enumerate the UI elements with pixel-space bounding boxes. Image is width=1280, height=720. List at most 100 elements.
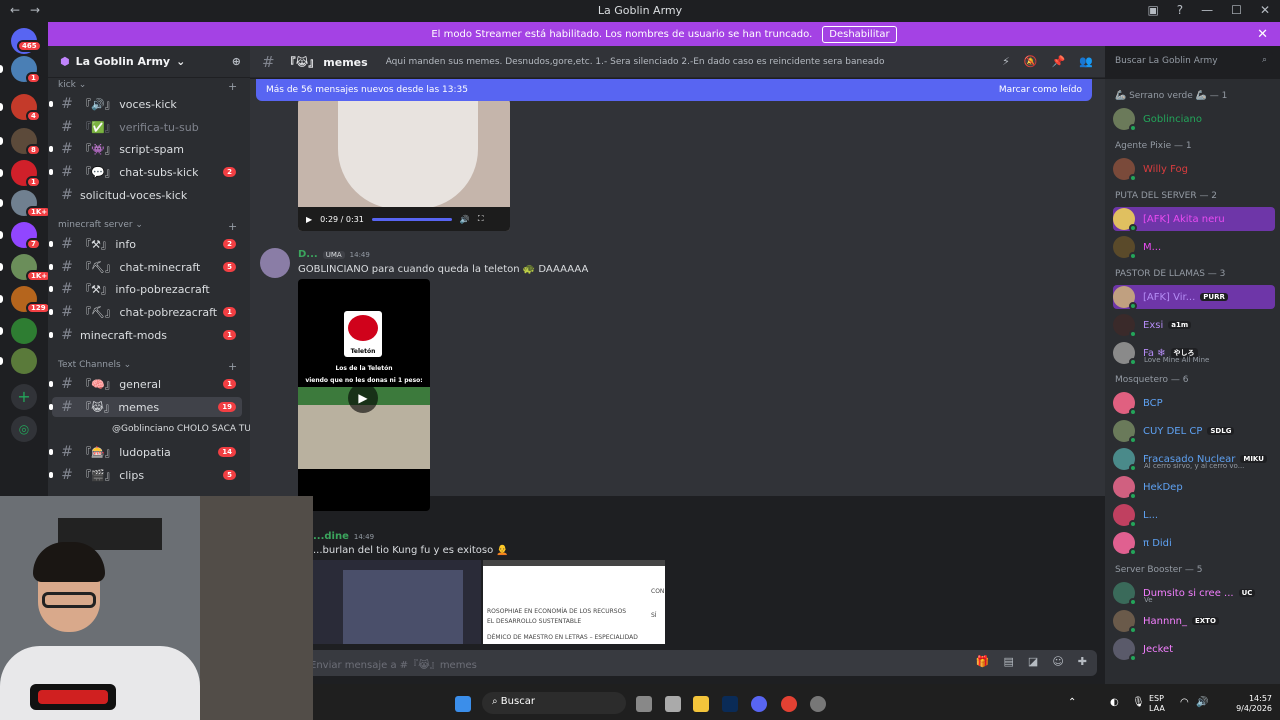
member-item[interactable]: L... <box>1113 503 1275 528</box>
member-item[interactable]: Dumsito si cree ... UC Ve <box>1113 581 1275 606</box>
app-icon[interactable] <box>810 696 826 712</box>
server-icon[interactable] <box>11 318 37 344</box>
channel-ludopatia[interactable]: # 『🎰』 ludopatia 14 <box>49 442 242 462</box>
member-item[interactable]: Fracasado Nuclear MIKU Al cerro sirvo, y a… <box>1113 447 1275 472</box>
image-attachment[interactable]: ROSOPHIAE EN ECONOMÍA DE LOS RECURSOS EL… <box>483 560 665 644</box>
discord-icon[interactable] <box>751 696 767 712</box>
streamer-banner: El modo Streamer está habilitado. Los no… <box>48 22 1280 46</box>
explore-icon[interactable]: ◎ <box>11 416 37 442</box>
video-attachment[interactable]: Teletón Los de la Teletón viendo que no … <box>298 279 430 511</box>
video-time: 0:29 / 0:31 <box>320 214 364 224</box>
video-attachment[interactable]: ▶ 0:29 / 0:31 🔊 ⛶ <box>298 99 510 231</box>
file-explorer-icon[interactable] <box>693 696 709 712</box>
play-icon[interactable]: ▶ <box>306 215 312 224</box>
progress-bar[interactable] <box>371 217 452 221</box>
channel-clips[interactable]: # 『🎬』 clips 5 <box>49 465 242 485</box>
username[interactable]: ...dine <box>313 531 349 542</box>
member-item[interactable]: Goblinciano <box>1113 107 1275 132</box>
message-input[interactable]: Enviar mensaje a #『😹』memes 🎁 ▤ ◪ ☺ ✚ <box>300 650 1097 676</box>
member-item[interactable]: Jecket <box>1113 637 1275 662</box>
webcam-overlay <box>0 496 313 720</box>
member-item[interactable]: [AFK] Vir... PURR <box>1113 285 1275 310</box>
language-indicator[interactable]: ESP LAA <box>1149 694 1165 714</box>
volume-icon[interactable]: 🔊 <box>460 215 470 224</box>
status-indicator <box>1129 174 1137 182</box>
channel-chat-pobrezacraft[interactable]: # 『⛏』 chat-pobrezacraft 1 <box>49 302 242 322</box>
hash-icon: # <box>61 259 73 275</box>
status-indicator <box>1129 598 1137 606</box>
username[interactable]: D... <box>298 249 318 260</box>
hash-icon: # <box>61 281 73 297</box>
status-indicator <box>1129 408 1137 416</box>
new-messages-bar[interactable]: Más de 56 mensajes nuevos desde las 13:3… <box>256 79 1092 101</box>
channel-memes[interactable]: # 『😹』 memes 19 <box>49 397 242 417</box>
category-minecraft[interactable]: minecraft server ⌄ + <box>58 220 237 233</box>
server-icon[interactable] <box>11 348 37 374</box>
chrome-icon[interactable] <box>781 696 797 712</box>
channel-chat-minecraft[interactable]: # 『⛏』 chat-minecraft 5 <box>49 257 242 277</box>
channel-voces-kick[interactable]: # 『🔊』 voces-kick <box>49 94 242 114</box>
server-header[interactable]: ⬢ La Goblin Army ⌄ ⊕ <box>48 46 250 78</box>
window-title: La Goblin Army <box>597 4 683 17</box>
member-item[interactable]: Hannnn_ EXTO <box>1113 609 1275 634</box>
image-attachment[interactable] <box>313 560 481 644</box>
category-kick[interactable]: kick ⌄ + <box>58 80 237 93</box>
channel-label: 『😹』 memes <box>80 401 160 414</box>
guild-tag: SDLG <box>1207 427 1235 435</box>
mark-read-button[interactable]: Marcar como leído <box>999 85 1082 95</box>
composer-icons[interactable]: 🎁 ▤ ◪ ☺ ✚ <box>976 655 1087 668</box>
channel-topic[interactable]: Aqui manden sus memes. Desnudos,gore,etc… <box>386 57 885 67</box>
avatar[interactable] <box>260 248 290 278</box>
category-text[interactable]: Text Channels ⌄ + <box>58 360 237 373</box>
add-server-icon[interactable]: + <box>11 384 37 410</box>
windows-start-icon[interactable] <box>455 696 471 712</box>
task-view-icon[interactable] <box>636 696 652 712</box>
add-member-icon[interactable]: ⊕ <box>232 55 241 68</box>
header-icons[interactable]: ⚡ 🔕 📌 👥 <box>1002 55 1093 68</box>
timestamp: 14:49 <box>349 250 370 259</box>
member-item[interactable]: [AFK] Akita neru <box>1113 207 1275 232</box>
tray-chevron-icon[interactable]: ⌃ <box>1068 697 1076 708</box>
play-icon[interactable]: ▶ <box>348 383 378 413</box>
emoji-icon: ☺ <box>1052 655 1064 668</box>
channel-solicitud-voces-kick[interactable]: # solicitud-voces-kick <box>52 185 242 205</box>
member-item[interactable]: M... <box>1113 235 1275 260</box>
mic-icon[interactable]: 🎙 <box>1132 697 1145 708</box>
avatar <box>1113 208 1137 232</box>
photoshop-icon[interactable] <box>722 696 738 712</box>
member-item[interactable]: BCP <box>1113 391 1275 416</box>
channel-chat-subs-kick[interactable]: # 『💬』 chat-subs-kick 2 <box>49 162 242 182</box>
tray-icon[interactable]: ◐ <box>1110 697 1119 708</box>
channel-info[interactable]: # 『⚒』 info 2 <box>49 234 242 254</box>
member-item[interactable]: Willy Fog <box>1113 157 1275 182</box>
mention-badge: 5 <box>223 470 236 480</box>
guild-tag: PURR <box>1200 293 1228 301</box>
sticker-icon: ◪ <box>1027 655 1039 668</box>
volume-icon[interactable]: 🔊 <box>1196 697 1208 708</box>
member-item[interactable]: π Didi <box>1113 531 1275 556</box>
fullscreen-icon[interactable]: ⛶ <box>478 214 484 224</box>
channel-verifica-tu-sub[interactable]: # 『✅』 verifica-tu-sub <box>52 117 242 137</box>
channel-info-pobrezacraft[interactable]: # 『⚒』 info-pobrezacraft <box>49 279 242 299</box>
app-icon[interactable] <box>665 696 681 712</box>
window-controls[interactable]: ▣? — ☐ ✕ <box>1147 3 1270 17</box>
server-badge: 8 <box>26 144 41 156</box>
clock[interactable]: 14:57 9/4/2026 <box>1236 694 1272 714</box>
member-group-label: 🦾 Serrano verde 🦾 — 1 <box>1115 91 1228 101</box>
channel-script-spam[interactable]: # 『👾』 script-spam <box>49 139 242 159</box>
taskbar-search[interactable]: ⌕ Buscar <box>482 692 626 714</box>
disable-button[interactable]: Deshabilitar <box>822 25 897 43</box>
search-input[interactable]: Buscar La Goblin Army ⌕ <box>1108 52 1273 72</box>
channel-general[interactable]: # 『🧠』 general 1 <box>49 374 242 394</box>
channel-minecraft-mods[interactable]: # minecraft-mods 1 <box>49 325 242 345</box>
member-item[interactable]: Fa ❄ やしろ Love Mine All Mine <box>1113 341 1275 366</box>
close-icon[interactable]: ✕ <box>1257 27 1268 42</box>
wifi-icon[interactable]: ◠ <box>1180 697 1189 708</box>
unread-dot <box>49 146 53 152</box>
member-item[interactable]: Exsi a1m <box>1113 313 1275 338</box>
member-item[interactable]: CUY DEL CP SDLG <box>1113 419 1275 444</box>
member-item[interactable]: HekDep <box>1113 475 1275 500</box>
unread-pill <box>0 199 3 207</box>
video-controls[interactable]: ▶ 0:29 / 0:31 🔊 ⛶ <box>298 207 510 231</box>
hash-icon: # <box>61 376 73 392</box>
